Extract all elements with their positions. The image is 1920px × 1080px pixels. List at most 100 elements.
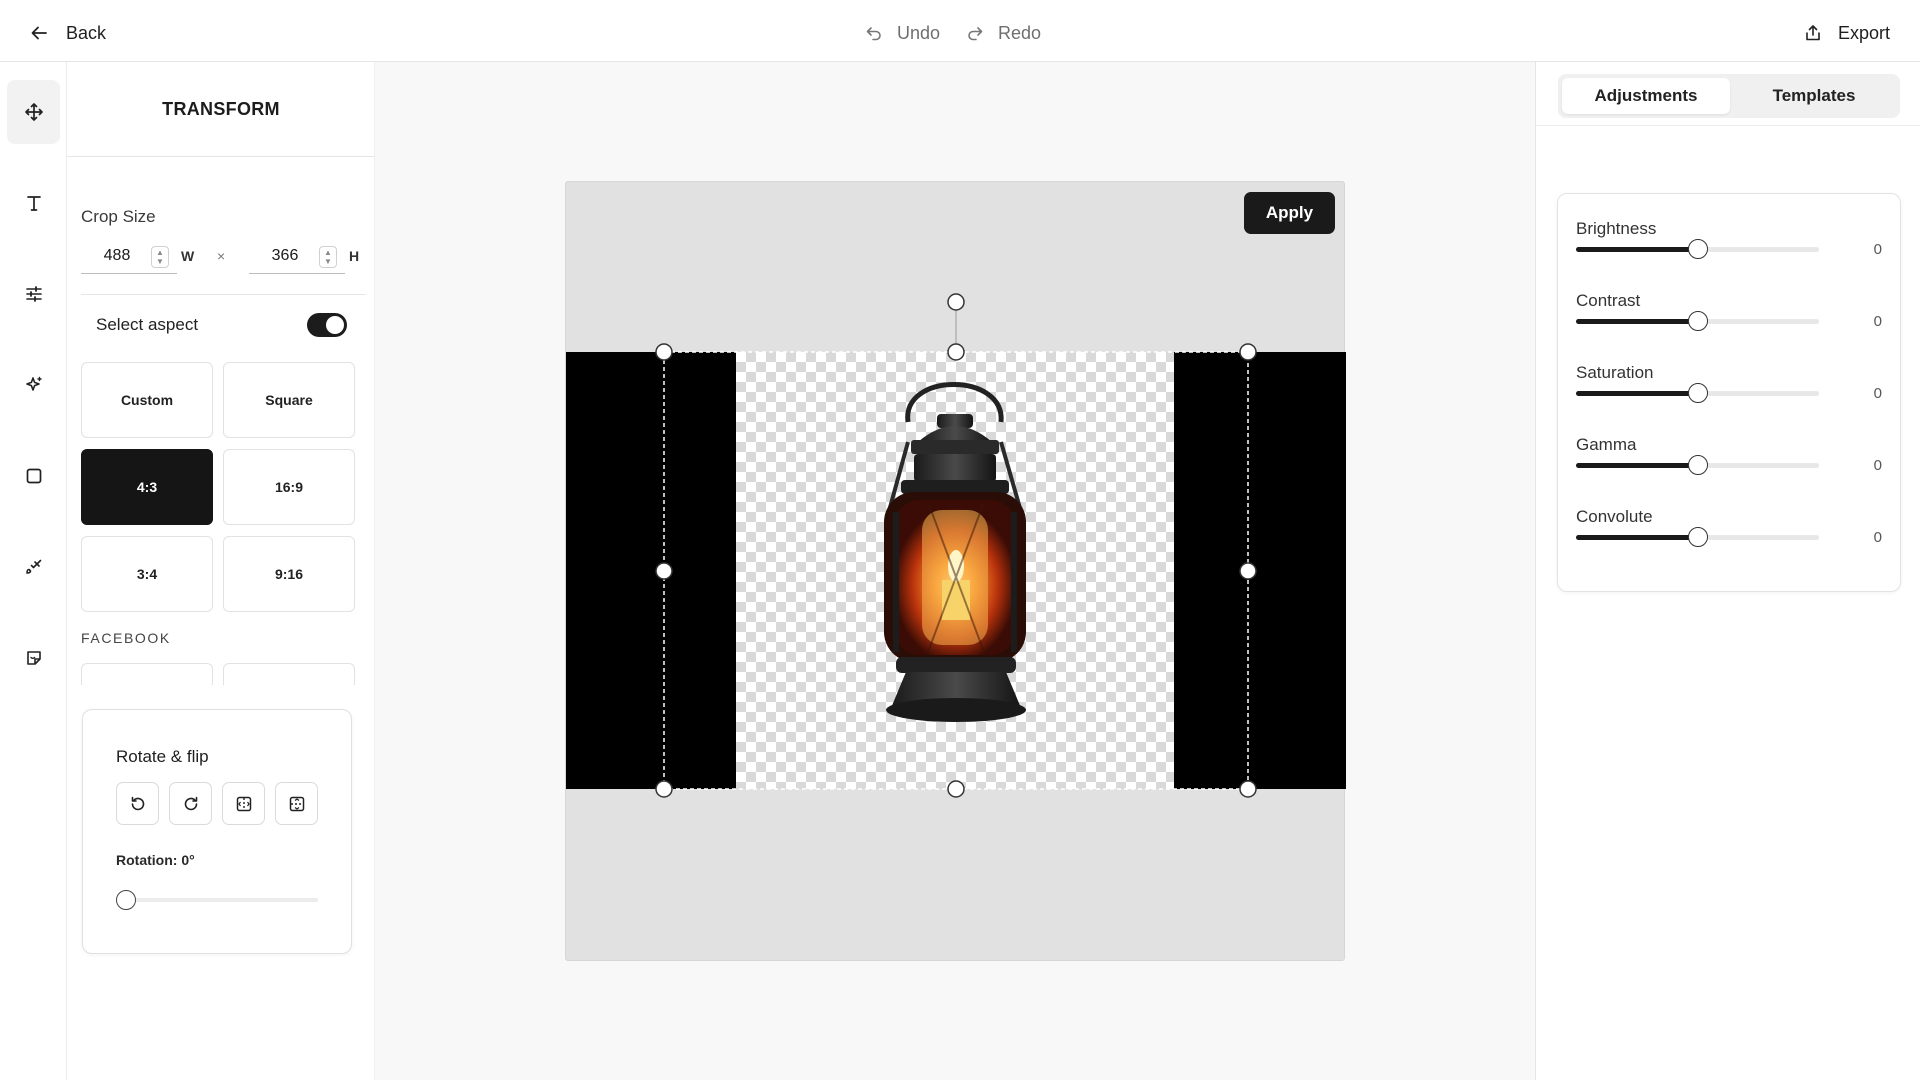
times-symbol: × (217, 248, 226, 264)
crop-width-value: 488 (103, 247, 131, 264)
rotation-slider-track[interactable] (118, 898, 318, 902)
saturation-value: 0 (1873, 385, 1882, 402)
rail-item-shapes[interactable] (7, 444, 60, 508)
flip-horizontal-button[interactable] (222, 782, 265, 825)
crop-size-row: 488 ▲ ▼ W × 366 ▲ ▼ H (81, 240, 366, 274)
select-aspect-label: Select aspect (96, 315, 199, 334)
rotate-left-button[interactable] (116, 782, 159, 825)
gamma-value: 0 (1873, 457, 1882, 474)
adjustments-card: Brightness 0 Contrast 0 Saturation 0 Gamma 0 Con… (1557, 193, 1901, 592)
preset-facebook-1[interactable] (81, 663, 213, 685)
convolute-value: 0 (1873, 529, 1882, 546)
contrast-value: 0 (1873, 313, 1882, 330)
adjustment-saturation: Saturation 0 (1576, 363, 1886, 423)
export-label: Export (1837, 22, 1890, 43)
text-icon (26, 196, 41, 211)
share-icon (1806, 25, 1820, 41)
rotate-right-button[interactable] (169, 782, 212, 825)
undo-label: Undo (897, 22, 941, 43)
export-button[interactable]: Export (1804, 18, 1890, 48)
tool-rail (0, 62, 67, 1080)
rail-item-transform[interactable] (7, 80, 60, 144)
redo-icon (968, 27, 983, 41)
convolute-slider[interactable] (1576, 527, 1819, 547)
gamma-slider[interactable] (1576, 455, 1819, 475)
contrast-slider[interactable] (1576, 311, 1819, 331)
adjustment-gamma: Gamma 0 (1576, 435, 1886, 495)
rail-item-text[interactable] (7, 171, 60, 235)
width-unit: W (181, 248, 195, 264)
preset-facebook-2[interactable] (223, 663, 355, 685)
back-label: Back (66, 22, 107, 43)
preset-16-9[interactable]: 16:9 (223, 449, 355, 525)
width-stepper[interactable]: ▲ ▼ (151, 246, 169, 268)
preset-3-4[interactable]: 3:4 (81, 536, 213, 612)
rail-item-stickers[interactable] (7, 626, 60, 690)
contrast-slider-fill (1576, 319, 1698, 324)
history-controls: Undo Redo (865, 18, 1041, 48)
canvas-stage[interactable]: Apply (565, 181, 1346, 961)
adjustment-contrast: Contrast 0 (1576, 291, 1886, 351)
gamma-slider-thumb[interactable] (1688, 455, 1708, 475)
gamma-slider-fill (1576, 463, 1698, 468)
flip-vertical-icon (289, 796, 304, 811)
apply-button[interactable]: Apply (1244, 192, 1335, 234)
rail-item-draw[interactable] (7, 535, 60, 599)
arrow-left-icon (31, 26, 47, 40)
preset-9-16[interactable]: 9:16 (223, 536, 355, 612)
right-panel: Adjustments Templates Brightness 0 Contras… (1535, 62, 1920, 1080)
image-layer[interactable] (566, 352, 1346, 789)
convolute-label: Convolute (1576, 507, 1653, 526)
contrast-slider-thumb[interactable] (1688, 311, 1708, 331)
rail-item-adjust[interactable] (7, 262, 60, 326)
rotate-handle[interactable] (947, 293, 965, 311)
saturation-label: Saturation (1576, 363, 1654, 382)
rotation-slider-thumb[interactable] (116, 890, 136, 910)
sliders-icon (25, 286, 42, 302)
redo-button[interactable]: Redo (966, 23, 1041, 44)
crop-width-input[interactable]: 488 ▲ ▼ (81, 240, 177, 274)
canvas-workspace: Apply (375, 62, 1535, 1080)
crop-height-input[interactable]: 366 ▲ ▼ (249, 240, 345, 274)
adjustment-brightness: Brightness 0 (1576, 219, 1886, 279)
square-icon (26, 468, 41, 484)
flip-vertical-button[interactable] (275, 782, 318, 825)
undo-icon (866, 27, 881, 41)
crop-size-label: Crop Size (81, 207, 156, 226)
panel-title: TRANSFORM (67, 62, 375, 157)
height-stepper[interactable]: ▲ ▼ (319, 246, 337, 268)
brightness-slider-thumb[interactable] (1688, 239, 1708, 259)
brush-icon (25, 559, 41, 574)
gamma-label: Gamma (1576, 435, 1637, 454)
panel-tabs: Adjustments Templates (1558, 74, 1900, 118)
redo-label: Redo (998, 22, 1042, 43)
back-button[interactable]: Back (30, 18, 106, 48)
facebook-section-label: FACEBOOK (81, 630, 171, 646)
tab-templates[interactable]: Templates (1730, 78, 1898, 114)
crop-height-value: 366 (271, 247, 299, 264)
preset-square[interactable]: Square (223, 362, 355, 438)
convolute-slider-thumb[interactable] (1688, 527, 1708, 547)
contrast-label: Contrast (1576, 291, 1641, 310)
preset-4-3[interactable]: 4:3 (81, 449, 213, 525)
sparkle-icon (25, 376, 42, 391)
tabs-divider (1536, 125, 1920, 126)
convolute-slider-fill (1576, 535, 1698, 540)
rotation-label: Rotation: 0° (116, 852, 195, 868)
select-aspect-toggle[interactable] (307, 313, 347, 337)
preset-custom[interactable]: Custom (81, 362, 213, 438)
lantern-image (884, 382, 1026, 722)
transform-panel: TRANSFORM Crop Size 488 ▲ ▼ W × 366 ▲ ▼ H … (67, 62, 375, 1080)
saturation-slider-thumb[interactable] (1688, 383, 1708, 403)
saturation-slider[interactable] (1576, 383, 1819, 403)
brightness-value: 0 (1873, 241, 1882, 258)
rail-item-effects[interactable] (7, 353, 60, 417)
undo-button[interactable]: Undo (865, 23, 940, 44)
brightness-slider[interactable] (1576, 239, 1819, 259)
divider (81, 294, 366, 295)
tab-adjustments[interactable]: Adjustments (1562, 78, 1730, 114)
rotate-right-icon (184, 796, 197, 810)
rotate-left-icon (131, 796, 144, 810)
rotate-flip-card: Rotate & flip Rotation: 0° (82, 709, 352, 954)
brightness-label: Brightness (1576, 219, 1657, 238)
